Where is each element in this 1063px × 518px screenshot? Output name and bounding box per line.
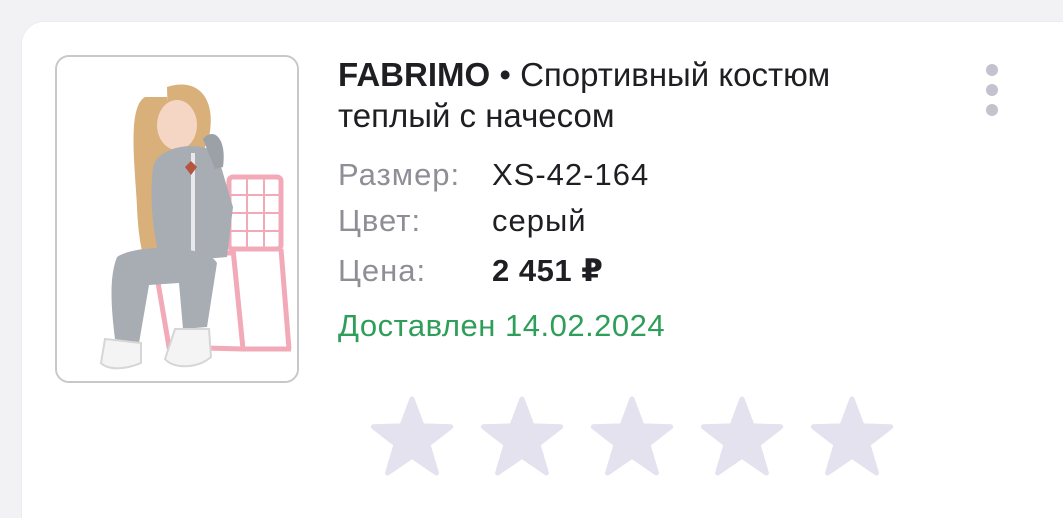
color-value: серый — [492, 203, 587, 238]
product-title[interactable]: FABRIMO • Спортивный костюм теплый с нач… — [338, 54, 878, 136]
star-icon[interactable] — [370, 394, 454, 478]
product-brand: FABRIMO — [338, 56, 491, 93]
product-image[interactable] — [55, 55, 299, 383]
star-icon[interactable] — [590, 394, 674, 478]
title-separator: • — [490, 56, 521, 93]
rating-stars — [370, 394, 894, 478]
color-label: Цвет: — [338, 203, 422, 238]
price-label: Цена: — [338, 253, 427, 288]
size-value: XS-42-164 — [492, 157, 650, 192]
order-item-card: FABRIMO • Спортивный костюм теплый с нач… — [22, 22, 1063, 518]
more-dot — [986, 104, 998, 116]
more-dot — [986, 64, 998, 76]
more-dot — [986, 84, 998, 96]
price-value: 2 451 ₽ — [492, 253, 604, 288]
product-photo-illustration — [57, 57, 297, 381]
delivery-status: Доставлен 14.02.2024 — [338, 308, 666, 343]
star-icon[interactable] — [480, 394, 564, 478]
star-icon[interactable] — [700, 394, 784, 478]
more-options-icon[interactable] — [980, 64, 1004, 116]
size-label: Размер: — [338, 157, 461, 192]
star-icon[interactable] — [810, 394, 894, 478]
